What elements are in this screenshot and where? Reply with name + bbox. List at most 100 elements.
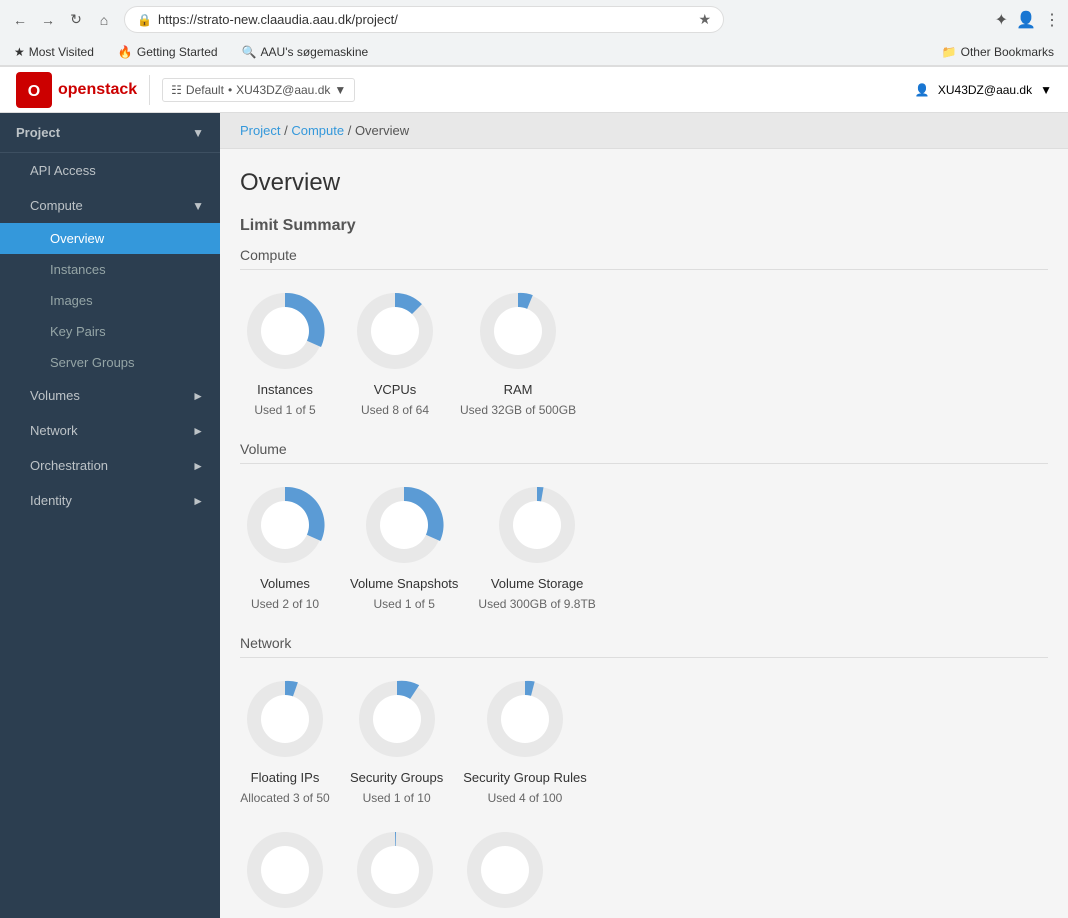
sidebar-identity[interactable]: Identity ►: [0, 483, 220, 518]
security-group-rules-chart: Security Group Rules Used 4 of 100: [463, 674, 587, 805]
api-access-label: API Access: [30, 163, 96, 178]
networks-pie: [240, 825, 330, 915]
ram-chart: RAM Used 32GB of 500GB: [460, 286, 576, 417]
sidebar-project-header[interactable]: Project ▼: [0, 113, 220, 152]
floating-ips-chart: Floating IPs Allocated 3 of 50: [240, 674, 330, 805]
breadcrumb: Project / Compute / Overview: [220, 113, 1068, 149]
extensions-icon[interactable]: ✦: [995, 10, 1008, 30]
address-bar[interactable]: 🔒 https://strato-new.claaudia.aau.dk/pro…: [124, 6, 724, 33]
security-groups-pie: [352, 674, 442, 764]
security-groups-sublabel: Used 1 of 10: [363, 791, 431, 805]
bookmark-aau-label: AAU's søgemaskine: [261, 45, 369, 59]
vcpus-chart: VCPUs Used 8 of 64: [350, 286, 440, 417]
bookmark-star-icon[interactable]: ★: [698, 11, 711, 28]
header-right: 👤 XU43DZ@aau.dk ▼: [915, 83, 1052, 97]
sidebar-overview[interactable]: Overview: [0, 223, 220, 254]
dropdown-arrow-icon: ▼: [334, 83, 346, 97]
app-container: Project ▼ API Access Compute ▼ Overview …: [0, 113, 1068, 918]
floating-ips-sublabel: Allocated 3 of 50: [240, 791, 329, 805]
other-bookmarks-label: Other Bookmarks: [961, 45, 1054, 59]
profile-icon[interactable]: 👤: [1016, 10, 1036, 30]
volume-charts-grid: Volumes Used 2 of 10 Volume Snapshots Us…: [240, 480, 1048, 611]
identity-chevron-icon: ►: [192, 494, 204, 508]
browser-chrome: ← → ↻ ⌂ 🔒 https://strato-new.claaudia.aa…: [0, 0, 1068, 67]
bookmark-most-visited-label: Most Visited: [29, 45, 94, 59]
sidebar-instances[interactable]: Instances: [0, 254, 220, 285]
vol-snapshots-sublabel: Used 1 of 5: [374, 597, 435, 611]
network-charts-grid-2: Networks Ports: [240, 825, 1048, 918]
identity-label: Identity: [30, 493, 72, 508]
browser-nav-buttons: ← → ↻ ⌂: [8, 8, 116, 32]
logo-icon: O: [16, 72, 52, 108]
menu-icon[interactable]: ⋮: [1044, 10, 1060, 30]
sidebar-key-pairs[interactable]: Key Pairs: [0, 316, 220, 347]
instances-label: Instances: [257, 382, 313, 397]
volumes-label: Volumes: [260, 576, 310, 591]
security-group-rules-sublabel: Used 4 of 100: [488, 791, 563, 805]
compute-label: Compute: [30, 198, 83, 213]
routers-chart: Routers: [460, 825, 550, 918]
security-icon: 🔒: [137, 13, 152, 27]
sidebar-compute-section[interactable]: Compute ▼: [0, 188, 220, 223]
network-section-heading: Network: [240, 635, 1048, 658]
networks-chart: Networks: [240, 825, 330, 918]
sidebar-server-groups[interactable]: Server Groups: [0, 347, 220, 378]
routers-pie: [460, 825, 550, 915]
floating-ips-pie: [240, 674, 330, 764]
instance-label: ☷: [171, 83, 182, 97]
sidebar-network[interactable]: Network ►: [0, 413, 220, 448]
server-groups-label: Server Groups: [50, 355, 135, 370]
orchestration-chevron-icon: ►: [192, 459, 204, 473]
vcpus-pie: [350, 286, 440, 376]
logo-text: openstack: [58, 81, 137, 99]
forward-button[interactable]: →: [36, 8, 60, 32]
user-dropdown-icon[interactable]: ▼: [1040, 83, 1052, 97]
bookmark-getting-started[interactable]: 🔥 Getting Started: [112, 43, 224, 61]
vcpus-label: VCPUs: [374, 382, 417, 397]
ram-pie: [473, 286, 563, 376]
url-text: https://strato-new.claaudia.aau.dk/proje…: [158, 12, 692, 27]
vol-snapshots-chart: Volume Snapshots Used 1 of 5: [350, 480, 458, 611]
compute-section: Compute Instances Used 1 of 5: [240, 247, 1048, 417]
most-visited-icon: ★: [14, 45, 25, 59]
sidebar-orchestration[interactable]: Orchestration ►: [0, 448, 220, 483]
ram-sublabel: Used 32GB of 500GB: [460, 403, 576, 417]
sidebar-volumes[interactable]: Volumes ►: [0, 378, 220, 413]
floating-ips-label: Floating IPs: [251, 770, 320, 785]
breadcrumb-compute[interactable]: Compute: [291, 123, 344, 138]
sidebar-api-access[interactable]: API Access: [0, 153, 220, 188]
user-icon: 👤: [915, 83, 930, 97]
security-group-rules-pie: [480, 674, 570, 764]
other-bookmarks[interactable]: 📁 Other Bookmarks: [936, 43, 1060, 61]
svg-text:O: O: [28, 83, 40, 100]
compute-charts-grid: Instances Used 1 of 5 VCPUs Used 8 of 64: [240, 286, 1048, 417]
vol-snapshots-pie: [359, 480, 449, 570]
limit-summary-title: Limit Summary: [240, 217, 1048, 235]
vol-storage-pie: [492, 480, 582, 570]
content-area: Overview Limit Summary Compute Instances: [220, 149, 1068, 918]
home-button[interactable]: ⌂: [92, 8, 116, 32]
sidebar-images[interactable]: Images: [0, 285, 220, 316]
app-header: O openstack ☷ Default • XU43DZ@aau.dk ▼ …: [0, 67, 1068, 113]
breadcrumb-project[interactable]: Project: [240, 123, 280, 138]
header-divider: [149, 75, 150, 105]
separator: •: [228, 83, 232, 97]
images-label: Images: [50, 293, 93, 308]
bookmarks-bar: ★ Most Visited 🔥 Getting Started 🔍 AAU's…: [0, 39, 1068, 66]
sidebar: Project ▼ API Access Compute ▼ Overview …: [0, 113, 220, 918]
vol-storage-label: Volume Storage: [491, 576, 584, 591]
volumes-chevron-icon: ►: [192, 389, 204, 403]
breadcrumb-overview: Overview: [355, 123, 409, 138]
user-full: XU43DZ@aau.dk: [938, 83, 1032, 97]
page-title: Overview: [240, 169, 1048, 197]
getting-started-icon: 🔥: [118, 45, 133, 59]
instances-pie: [240, 286, 330, 376]
back-button[interactable]: ←: [8, 8, 32, 32]
bookmark-most-visited[interactable]: ★ Most Visited: [8, 43, 100, 61]
bookmark-aau[interactable]: 🔍 AAU's søgemaskine: [236, 43, 375, 61]
reload-button[interactable]: ↻: [64, 8, 88, 32]
security-groups-label: Security Groups: [350, 770, 443, 785]
instance-selector[interactable]: ☷ Default • XU43DZ@aau.dk ▼: [162, 78, 355, 102]
volumes-chart: Volumes Used 2 of 10: [240, 480, 330, 611]
volume-section: Volume Volumes Used 2 of 10: [240, 441, 1048, 611]
